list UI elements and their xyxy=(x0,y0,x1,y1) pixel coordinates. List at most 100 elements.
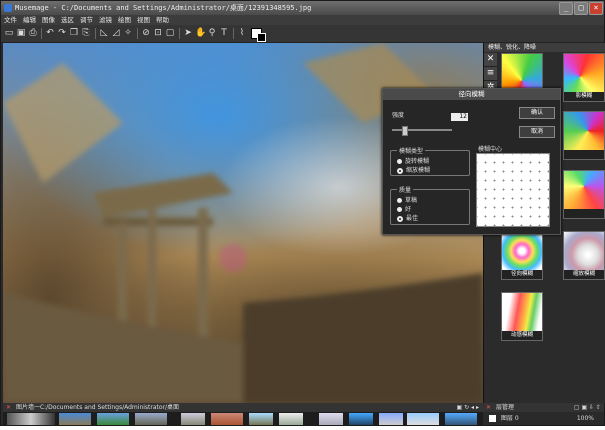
menu-help[interactable]: 帮助 xyxy=(153,15,172,25)
toolbar-divider xyxy=(137,28,138,39)
film-thumb[interactable] xyxy=(7,413,55,425)
preset-thumb-radial-blur[interactable]: 径向模糊 xyxy=(501,231,543,280)
filmstrip xyxy=(3,412,483,425)
strength-input[interactable]: 12 xyxy=(451,113,468,121)
ok-button[interactable]: 确认 xyxy=(519,107,555,119)
magic-wand-icon[interactable]: ✧ xyxy=(123,28,133,38)
text-icon[interactable]: T xyxy=(219,28,229,38)
radio-rotate-blur[interactable]: 旋转模糊 xyxy=(397,156,429,165)
panel-header: 模糊、锐化、降噪 xyxy=(484,43,605,52)
film-thumb[interactable] xyxy=(181,413,205,425)
eyedropper-icon[interactable]: ⌇ xyxy=(237,28,247,38)
sliders-icon[interactable]: ≡ xyxy=(484,67,497,81)
toolbar-divider xyxy=(95,28,96,39)
no-entry-icon[interactable]: ⊘ xyxy=(141,28,151,38)
layer-name: 图层 0 xyxy=(500,415,519,422)
menu-image[interactable]: 图像 xyxy=(39,15,58,25)
strength-label: 强度 xyxy=(392,112,405,119)
rotate-right-icon[interactable]: ◿ xyxy=(111,28,121,38)
film-thumb[interactable] xyxy=(249,413,273,425)
window-title: Musemage - C:/Documents and Settings/Adm… xyxy=(15,4,312,12)
menu-bar: 文件 编辑 图像 选区 调节 滤镜 绘图 视图 帮助 xyxy=(1,15,604,25)
radio-zoom-blur[interactable]: 缩放模糊 xyxy=(397,165,430,174)
film-thumb[interactable] xyxy=(279,413,303,425)
film-thumb[interactable] xyxy=(407,413,439,425)
film-thumb[interactable] xyxy=(135,413,167,425)
panel-title: 模糊、锐化、降噪 xyxy=(488,44,537,51)
cross-tools-icon[interactable]: ✕ xyxy=(484,53,497,67)
close-layers-icon[interactable]: ✕ xyxy=(483,404,494,411)
wall-nav-icons[interactable]: ▣ ↻ ◂ ▸ xyxy=(457,403,479,412)
strength-slider-track[interactable] xyxy=(392,129,452,131)
film-thumb[interactable] xyxy=(445,413,477,425)
toolbar-divider xyxy=(41,28,42,39)
menu-file[interactable]: 文件 xyxy=(1,15,20,25)
radio-dot xyxy=(397,159,402,164)
menu-view[interactable]: 视图 xyxy=(134,15,153,25)
radio-dot xyxy=(397,198,402,203)
app-window: Musemage - C:/Documents and Settings/Adm… xyxy=(0,0,605,426)
radio-good[interactable]: 好 xyxy=(397,204,411,213)
film-thumb[interactable] xyxy=(59,413,91,425)
blur-type-label: 模糊类型 xyxy=(397,146,426,155)
title-bar: Musemage - C:/Documents and Settings/Adm… xyxy=(1,1,604,15)
paste-icon[interactable]: ⎘ xyxy=(81,28,91,38)
crop-icon[interactable]: ⊡ xyxy=(153,28,163,38)
quality-group: 质量 草稿 好 最佳 xyxy=(390,185,470,225)
copy-icon[interactable]: ❐ xyxy=(69,28,79,38)
maximize-button[interactable]: □ xyxy=(574,2,588,15)
center-label: 模糊中心 xyxy=(478,146,503,153)
quality-label: 质量 xyxy=(397,185,414,194)
radio-dot xyxy=(397,207,402,212)
film-thumb[interactable] xyxy=(211,413,243,425)
radio-best[interactable]: 最佳 xyxy=(397,213,418,222)
save-icon[interactable]: ▣ xyxy=(16,28,26,38)
image-wall-bar: ✕ 图片墙一C:/Documents and Settings/Administ… xyxy=(3,403,483,412)
preset-thumb[interactable]: 影模糊 xyxy=(563,53,605,102)
layer-visibility-icon[interactable] xyxy=(489,415,496,422)
close-button[interactable]: × xyxy=(589,2,603,15)
blur-type-group: 模糊类型 旋转模糊 缩放模糊 xyxy=(390,146,470,176)
layers-title: 层管理 xyxy=(495,404,514,411)
minimize-button[interactable]: _ xyxy=(559,2,573,15)
print-icon[interactable]: ⎙ xyxy=(28,28,38,38)
dialog-title: 径向模糊 xyxy=(383,89,560,100)
layers-header: ✕ 层管理 ▢ ▣ ⇩ ⇧ xyxy=(483,403,604,412)
hand-icon[interactable]: ✋ xyxy=(195,28,206,38)
undo-icon[interactable]: ↶ xyxy=(45,28,55,38)
toolbar-divider xyxy=(233,28,234,39)
blur-center-grid[interactable] xyxy=(476,153,550,227)
menu-draw[interactable]: 绘图 xyxy=(115,15,134,25)
zoom-icon[interactable]: ⚲ xyxy=(207,28,217,38)
layer-opacity: 100% xyxy=(576,415,594,422)
layer-row[interactable]: 图层 0 100% xyxy=(483,412,604,425)
radial-blur-dialog: 径向模糊 强度 12 确认 取消 模糊类型 旋转模糊 缩放模糊 模糊中心 质量 … xyxy=(382,88,561,235)
film-thumb[interactable] xyxy=(349,413,373,425)
preset-thumb[interactable] xyxy=(563,170,605,219)
menu-filter[interactable]: 滤镜 xyxy=(96,15,115,25)
radio-draft[interactable]: 草稿 xyxy=(397,195,417,204)
preset-thumb-zoom-blur[interactable]: 缩放模糊 xyxy=(563,231,605,280)
menu-select[interactable]: 选区 xyxy=(58,15,77,25)
film-thumb[interactable] xyxy=(97,413,129,425)
menu-edit[interactable]: 编辑 xyxy=(20,15,39,25)
resize-icon[interactable]: ▢ xyxy=(165,28,175,38)
redo-icon[interactable]: ↷ xyxy=(57,28,67,38)
cancel-button[interactable]: 取消 xyxy=(519,126,555,138)
app-logo-icon xyxy=(4,4,12,12)
toolbar: ▭ ▣ ⎙ ↶ ↷ ❐ ⎘ ◺ ◿ ✧ ⊘ ⊡ ▢ ➤ ✋ ⚲ T ⌇ xyxy=(1,25,604,43)
film-thumb[interactable] xyxy=(379,413,403,425)
image-wall-path: 图片墙一C:/Documents and Settings/Administra… xyxy=(15,404,180,411)
film-thumb[interactable] xyxy=(319,413,343,425)
rotate-left-icon[interactable]: ◺ xyxy=(99,28,109,38)
pointer-icon[interactable]: ➤ xyxy=(183,28,193,38)
background-color-icon[interactable] xyxy=(257,33,266,42)
radio-dot-selected xyxy=(397,215,403,222)
open-icon[interactable]: ▭ xyxy=(4,28,14,38)
menu-adjust[interactable]: 调节 xyxy=(77,15,96,25)
preset-thumb-motion-blur[interactable]: 动感模糊 xyxy=(501,292,543,341)
preset-thumb[interactable] xyxy=(563,111,605,160)
close-wall-icon[interactable]: ✕ xyxy=(3,404,14,411)
strength-slider-knob[interactable] xyxy=(402,126,408,136)
layer-action-icons[interactable]: ▢ ▣ ⇩ ⇧ xyxy=(574,403,601,412)
